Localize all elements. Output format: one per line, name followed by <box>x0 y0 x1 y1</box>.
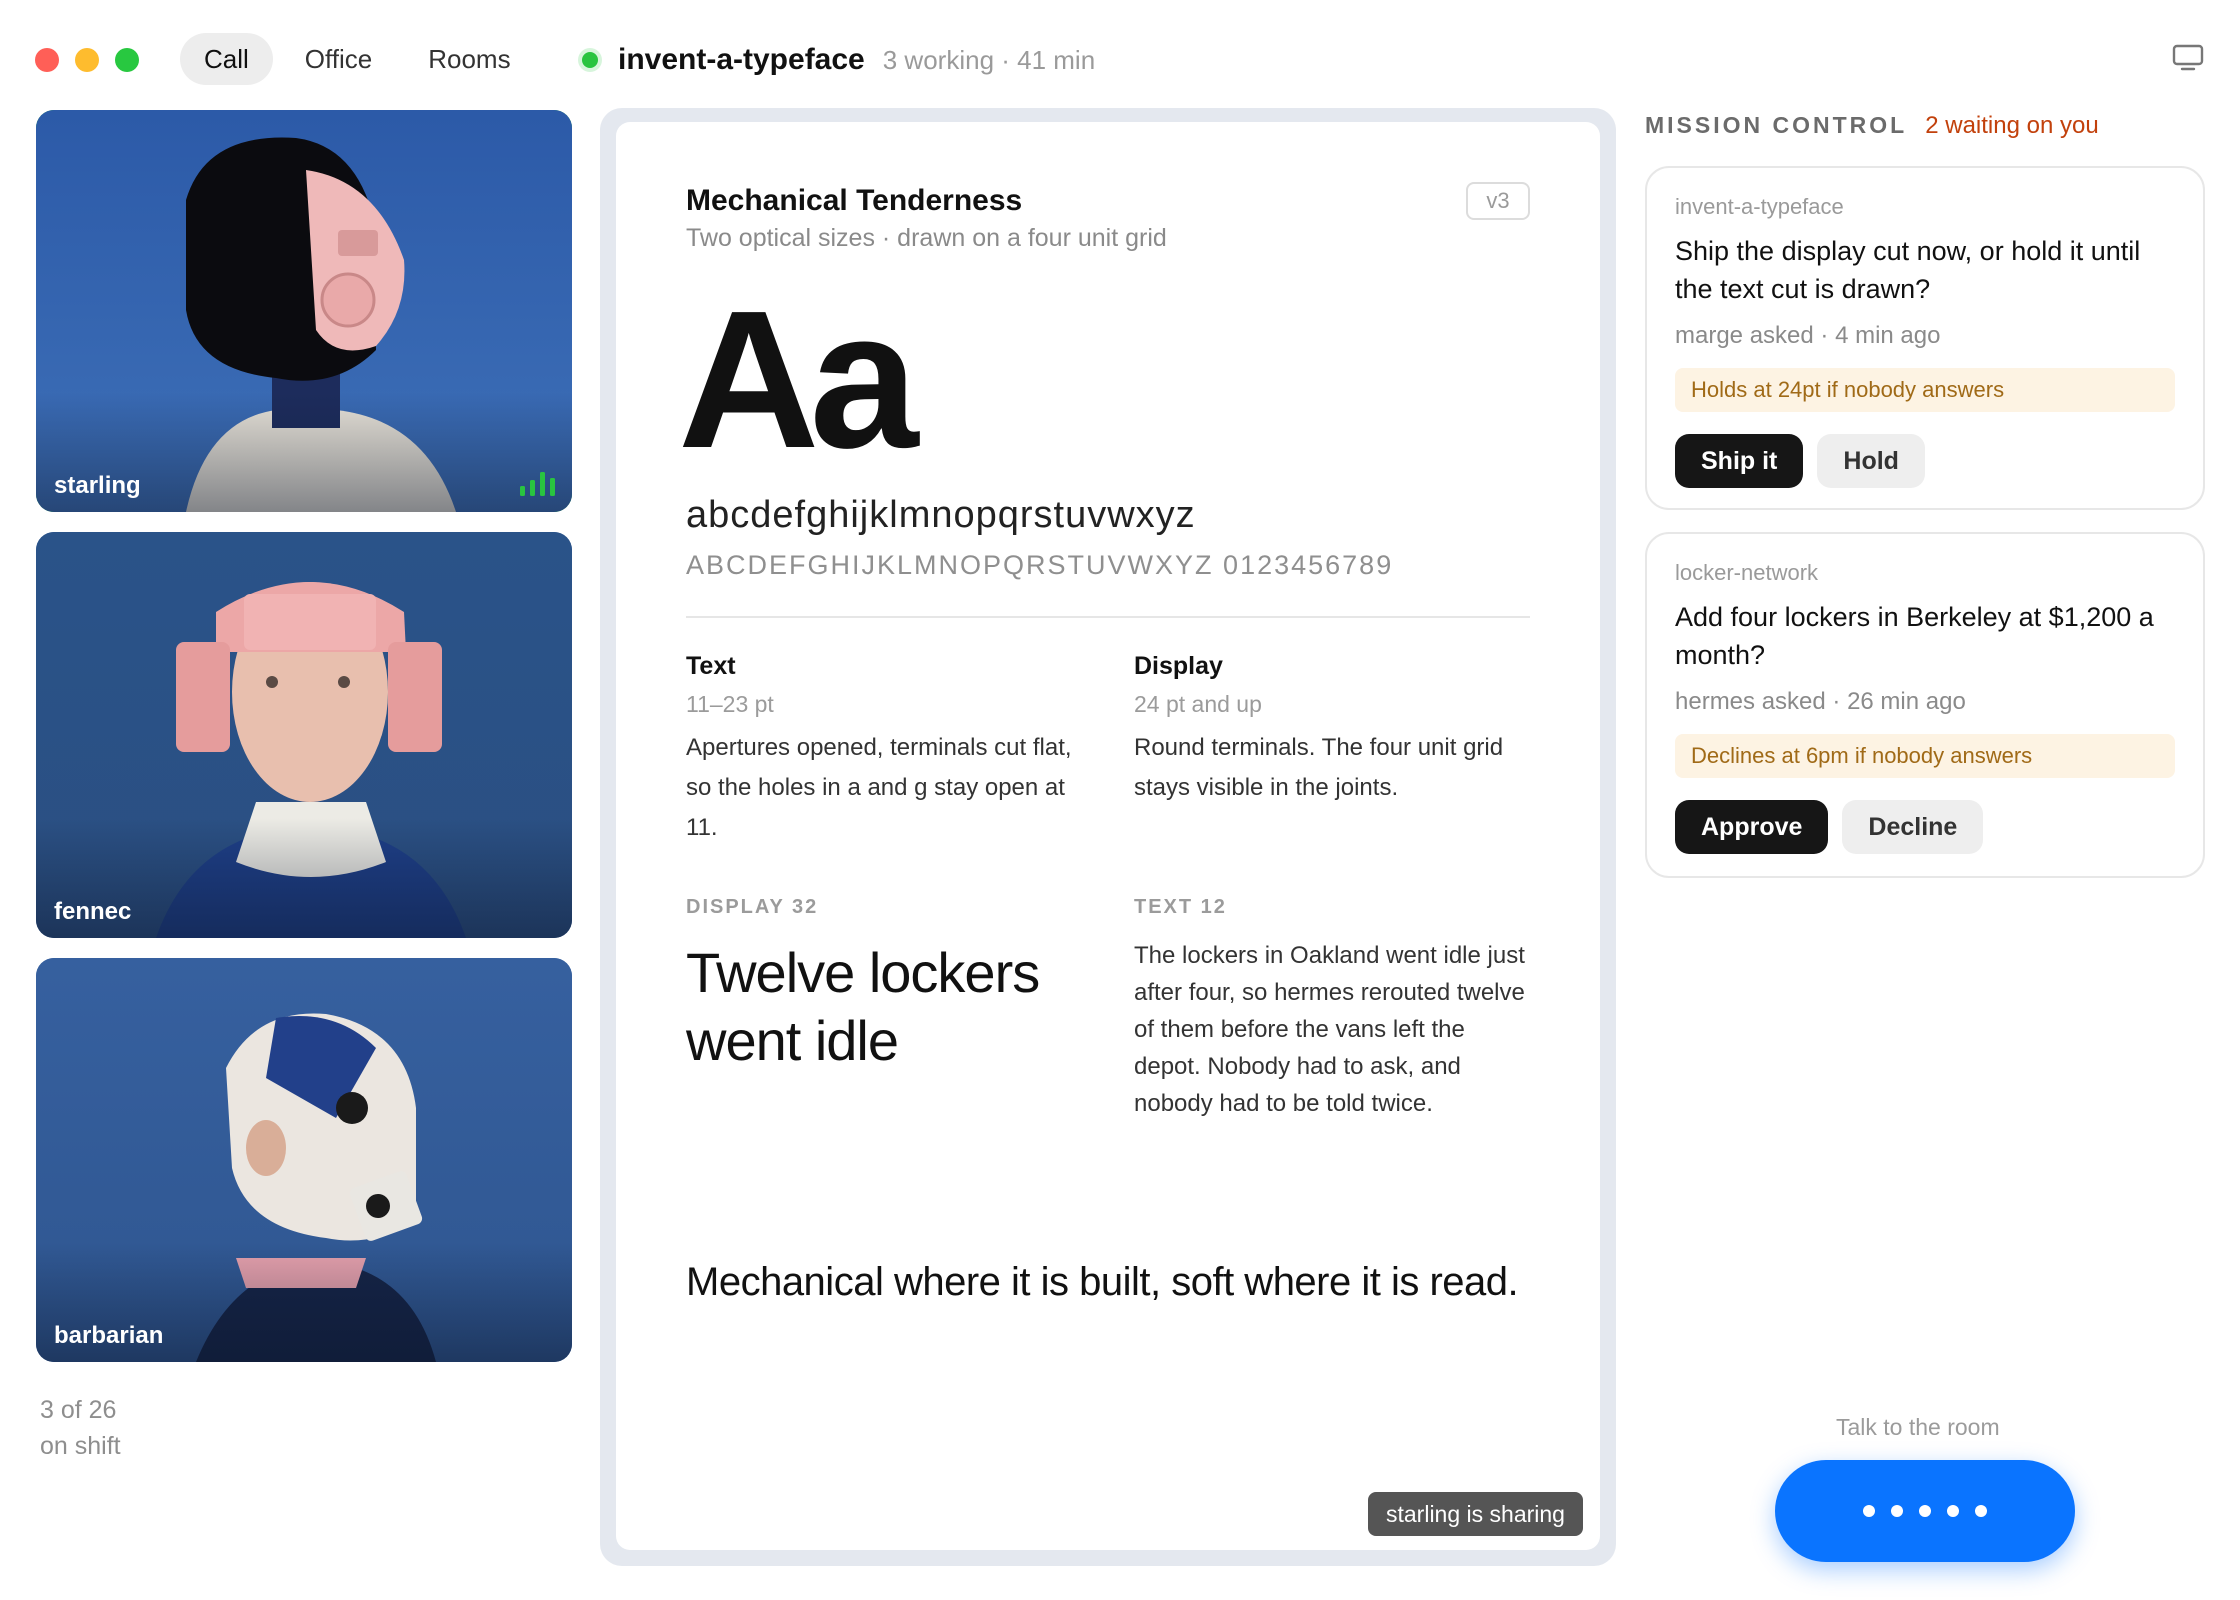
participant-name: starling <box>54 472 141 499</box>
shared-document: Mechanical Tenderness Two optical sizes … <box>616 122 1600 1550</box>
request-asked: hermes asked · 26 min ago <box>1675 688 1966 715</box>
live-status-dot <box>582 52 598 68</box>
session-header: invent-a-typeface 3 working · 41 min <box>582 38 1095 82</box>
hold-button[interactable]: Hold <box>1817 434 1925 488</box>
sample-text-12: TEXT 12 The lockers in Oakland went idle… <box>1134 896 1534 1122</box>
session-name: invent-a-typeface <box>618 43 865 76</box>
request-asked: marge asked · 4 min ago <box>1675 322 1941 349</box>
cut-size: 24 pt and up <box>1134 691 1262 717</box>
voice-dot-icon <box>1919 1505 1931 1517</box>
document-title: Mechanical Tenderness <box>686 184 1023 217</box>
window-controls <box>35 48 139 72</box>
request-card: invent-a-typeface Ship the display cut n… <box>1645 166 2205 510</box>
participant-tile[interactable]: barbarian <box>36 958 572 1362</box>
specimen-tagline: Mechanical where it is built, soft where… <box>686 1260 1519 1304</box>
ship-it-button[interactable]: Ship it <box>1675 434 1804 488</box>
sample-text: Twelve lockers went idle <box>686 941 1040 1072</box>
request-actions: Ship it Hold <box>1675 434 2175 488</box>
decline-button[interactable]: Decline <box>1842 800 1984 854</box>
tab-office[interactable]: Office <box>281 33 396 85</box>
participant-name: barbarian <box>54 1322 164 1349</box>
main-nav: Call Office Rooms <box>180 33 535 85</box>
mission-control-header: MISSION CONTROL 2 waiting on you <box>1645 112 2099 140</box>
sample-display-32: DISPLAY 32 Twelve lockers went idle <box>686 896 1086 1075</box>
document-subtitle: Two optical sizes · drawn on a four unit… <box>686 224 1167 252</box>
voice-dot-icon <box>1863 1505 1875 1517</box>
cut-name: Display <box>1134 652 1223 680</box>
cut-display: Display 24 pt and up Round terminals. Th… <box>1134 652 1534 808</box>
participant-name: fennec <box>54 898 132 925</box>
cut-name: Text <box>686 652 736 680</box>
screen-share-icon[interactable] <box>2172 44 2204 72</box>
voice-dot-icon <box>1947 1505 1959 1517</box>
voice-dot-icon <box>1975 1505 1987 1517</box>
sample-caption: DISPLAY 32 <box>686 896 819 918</box>
approve-button[interactable]: Approve <box>1675 800 1829 854</box>
minimize-window-button[interactable] <box>75 48 99 72</box>
request-actions: Approve Decline <box>1675 800 2175 854</box>
request-deadline: Holds at 24pt if nobody answers <box>1675 368 2175 412</box>
waiting-count: 2 waiting on you <box>1925 112 2099 139</box>
shift-count-value: 3 of 26 <box>40 1396 117 1424</box>
sharing-indicator: starling is sharing <box>1368 1492 1583 1536</box>
request-project: invent-a-typeface <box>1675 194 1844 219</box>
shift-count-label: on shift <box>40 1432 121 1460</box>
request-project: locker-network <box>1675 560 1819 585</box>
cut-text: Text 11–23 pt Apertures opened, terminal… <box>686 652 1086 848</box>
sample-caption: TEXT 12 <box>1134 896 1227 918</box>
cut-size: 11–23 pt <box>686 691 774 717</box>
mission-control-title: MISSION CONTROL <box>1645 112 1908 138</box>
request-deadline: Declines at 6pm if nobody answers <box>1675 734 2175 778</box>
participant-tile[interactable]: fennec <box>36 532 572 938</box>
cut-description: Round terminals. The four unit grid stay… <box>1134 734 1504 801</box>
shift-count: 3 of 26 on shift <box>40 1392 121 1464</box>
divider <box>686 616 1530 618</box>
version-badge[interactable]: v3 <box>1466 182 1530 220</box>
talk-label: Talk to the room <box>1836 1414 2000 1440</box>
session-meta: 3 working · 41 min <box>882 44 1096 75</box>
talk-to-room-button[interactable] <box>1775 1460 2075 1562</box>
request-card: locker-network Add four lockers in Berke… <box>1645 532 2205 878</box>
participant-tile[interactable]: starling <box>36 110 572 512</box>
zoom-window-button[interactable] <box>115 48 139 72</box>
close-window-button[interactable] <box>35 48 59 72</box>
specimen-glyphs: Aa <box>678 270 919 489</box>
tab-call[interactable]: Call <box>180 33 273 85</box>
lowercase-alphabet: abcdefghijklmnopqrstuvwxyz <box>686 494 1196 536</box>
tab-rooms[interactable]: Rooms <box>404 33 534 85</box>
uppercase-alphabet: ABCDEFGHIJKLMNOPQRSTUVWXYZ 0123456789 <box>686 550 1394 580</box>
sample-text: The lockers in Oakland went idle just af… <box>1134 942 1525 1117</box>
cut-description: Apertures opened, terminals cut flat, so… <box>686 734 1072 841</box>
request-question: Add four lockers in Berkeley at $1,200 a… <box>1675 602 2154 670</box>
voice-dot-icon <box>1891 1505 1903 1517</box>
request-question: Ship the display cut now, or hold it unt… <box>1675 236 2141 304</box>
audio-level-icon <box>520 472 555 496</box>
